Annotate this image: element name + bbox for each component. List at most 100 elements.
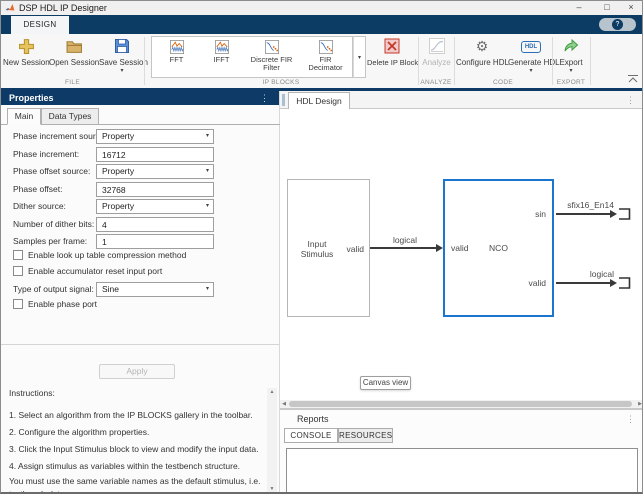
- output-terminator-icon: [617, 207, 632, 221]
- generate-hdl-icon: HDL: [508, 38, 554, 56]
- new-session-button[interactable]: New Session: [3, 36, 49, 78]
- hdl-design-area: HDL Design ⋮ Input Stimulus valid logica…: [280, 91, 643, 494]
- chevron-down-icon: ▾: [206, 130, 209, 143]
- canvas-tab-bar: HDL Design ⋮: [280, 91, 643, 109]
- configure-hdl-button[interactable]: ⚙ Configure HDL: [456, 36, 508, 78]
- phase-increment-source-select[interactable]: Property▾: [96, 129, 214, 144]
- enable-accumulator-reset-checkbox[interactable]: Enable accumulator reset input port: [13, 266, 162, 278]
- export-button[interactable]: Export ▾: [553, 36, 589, 78]
- field-label: Type of output signal:: [13, 282, 94, 297]
- fir-decimator-icon: [299, 40, 352, 56]
- tab-hdl-design[interactable]: HDL Design: [288, 92, 350, 109]
- canvas-horizontal-scrollbar[interactable]: ◀ ▶: [280, 400, 643, 408]
- tab-design[interactable]: DESIGN: [11, 16, 69, 34]
- phase-increment-input[interactable]: [96, 147, 214, 162]
- phase-offset-input[interactable]: [96, 182, 214, 197]
- tab-main[interactable]: Main: [7, 108, 41, 125]
- analyze-button[interactable]: Analyze: [419, 36, 454, 78]
- generate-hdl-button[interactable]: HDL Generate HDL ▾: [508, 36, 554, 78]
- phase-offset-source-select[interactable]: Property▾: [96, 164, 214, 179]
- gallery-item-fft[interactable]: FFT: [154, 38, 199, 76]
- design-canvas[interactable]: Input Stimulus valid logical valid NCO s…: [280, 109, 643, 400]
- arrowhead-icon: [610, 210, 617, 218]
- help-icon: ?: [612, 19, 623, 30]
- instruction-step: 1. Select an algorithm from the IP BLOCK…: [9, 410, 261, 420]
- checkbox-icon: [13, 299, 23, 309]
- close-button[interactable]: ×: [620, 1, 642, 15]
- scroll-down-icon[interactable]: ▼: [267, 486, 277, 492]
- scroll-left-icon[interactable]: ◀: [280, 400, 288, 408]
- section-label-file: FILE: [1, 79, 144, 86]
- instruction-note: testbench.data: [9, 489, 261, 494]
- tab-resources[interactable]: RESOURCES: [338, 428, 393, 443]
- help-button[interactable]: ?: [599, 18, 636, 31]
- nco-block[interactable]: valid NCO sin valid: [443, 179, 554, 317]
- output-terminator-icon: [617, 276, 632, 290]
- field-label: Samples per frame:: [13, 234, 87, 249]
- type-of-output-signal-select[interactable]: Sine▾: [96, 282, 214, 297]
- arrowhead-icon: [436, 244, 443, 252]
- kebab-menu-icon[interactable]: ⋮: [260, 92, 269, 104]
- wire-valid-output[interactable]: [556, 282, 610, 284]
- delete-ip-block-icon: [367, 38, 417, 56]
- checkbox-icon: [13, 250, 23, 260]
- section-label-ip-blocks: IP BLOCKS: [144, 79, 418, 86]
- canvas-view-button[interactable]: Canvas view: [360, 376, 411, 390]
- section-divider: [590, 37, 591, 85]
- port-label-valid: valid: [347, 244, 364, 254]
- gallery-item-ifft[interactable]: IFFT: [199, 38, 244, 76]
- open-session-icon: [49, 38, 99, 56]
- scroll-up-icon[interactable]: ▲: [267, 389, 277, 395]
- instruction-step: 4. Assign stimulus as variables within t…: [9, 461, 261, 471]
- instruction-step: 3. Click the Input Stimulus block to vie…: [9, 444, 261, 454]
- input-stimulus-block[interactable]: Input Stimulus valid: [287, 179, 370, 317]
- section-label-export: EXPORT: [552, 79, 590, 86]
- tab-data-types[interactable]: Data Types: [41, 108, 99, 125]
- dropdown-arrow-icon: ▾: [508, 68, 554, 74]
- panel-drag-handle[interactable]: [282, 94, 285, 106]
- export-icon: [553, 38, 589, 56]
- tab-console[interactable]: CONSOLE: [284, 428, 338, 443]
- delete-ip-block-button[interactable]: Delete IP Block: [367, 36, 417, 78]
- open-session-button[interactable]: Open Session: [49, 36, 99, 78]
- instructions-scrollbar[interactable]: ▲ ▼: [267, 388, 277, 493]
- samples-per-frame-input[interactable]: [96, 234, 214, 249]
- minimize-button[interactable]: –: [568, 1, 590, 15]
- field-label: Dither source:: [13, 199, 66, 214]
- window-title: DSP HDL IP Designer: [19, 1, 107, 15]
- analyze-icon: [419, 38, 454, 56]
- enable-lut-compression-checkbox[interactable]: Enable look up table compression method: [13, 250, 186, 262]
- enable-phase-port-checkbox[interactable]: Enable phase port: [13, 299, 97, 311]
- discrete-fir-filter-icon: [244, 40, 299, 56]
- properties-panel: Properties ⋮ Main Data Types Phase incre…: [1, 91, 280, 494]
- dither-source-select[interactable]: Property▾: [96, 199, 214, 214]
- scroll-right-icon[interactable]: ▶: [636, 400, 643, 408]
- wire-valid-to-nco[interactable]: [370, 247, 436, 249]
- kebab-menu-icon[interactable]: ⋮: [626, 94, 635, 106]
- wire-sin-output[interactable]: [556, 213, 610, 215]
- dropdown-arrow-icon: ▾: [99, 68, 145, 74]
- gallery-expand-button[interactable]: ▾: [353, 36, 366, 78]
- gallery-item-fir-decimator[interactable]: FIR Decimator: [299, 38, 352, 76]
- gallery-item-discrete-fir-filter[interactable]: Discrete FIR Filter: [244, 38, 299, 76]
- app-window: DSP HDL IP Designer – □ × DESIGN ? New S…: [0, 0, 643, 494]
- maximize-button[interactable]: □: [596, 1, 618, 15]
- section-divider: [454, 37, 455, 85]
- port-label-sin: sin: [535, 209, 546, 219]
- reports-panel: Reports ⋮ CONSOLE RESOURCES: [280, 408, 643, 494]
- scrollbar-thumb[interactable]: [289, 401, 632, 407]
- new-session-icon: [3, 38, 49, 56]
- wire-datatype-label: logical: [550, 269, 614, 279]
- form-divider: [1, 344, 279, 345]
- number-of-dither-bits-input[interactable]: [96, 217, 214, 232]
- fft-icon: [154, 40, 199, 56]
- reports-title: Reports: [297, 412, 329, 426]
- chevron-down-icon: ▾: [206, 200, 209, 213]
- kebab-menu-icon[interactable]: ⋮: [626, 413, 635, 425]
- save-session-button[interactable]: Save Session ▾: [99, 36, 145, 78]
- ip-blocks-gallery: FFT IFFT Discrete FIR Filter FIR Decimat…: [151, 36, 353, 78]
- console-output: [286, 448, 638, 494]
- instructions-title: Instructions:: [9, 388, 261, 398]
- apply-button[interactable]: Apply: [99, 364, 175, 379]
- checkbox-icon: [13, 266, 23, 276]
